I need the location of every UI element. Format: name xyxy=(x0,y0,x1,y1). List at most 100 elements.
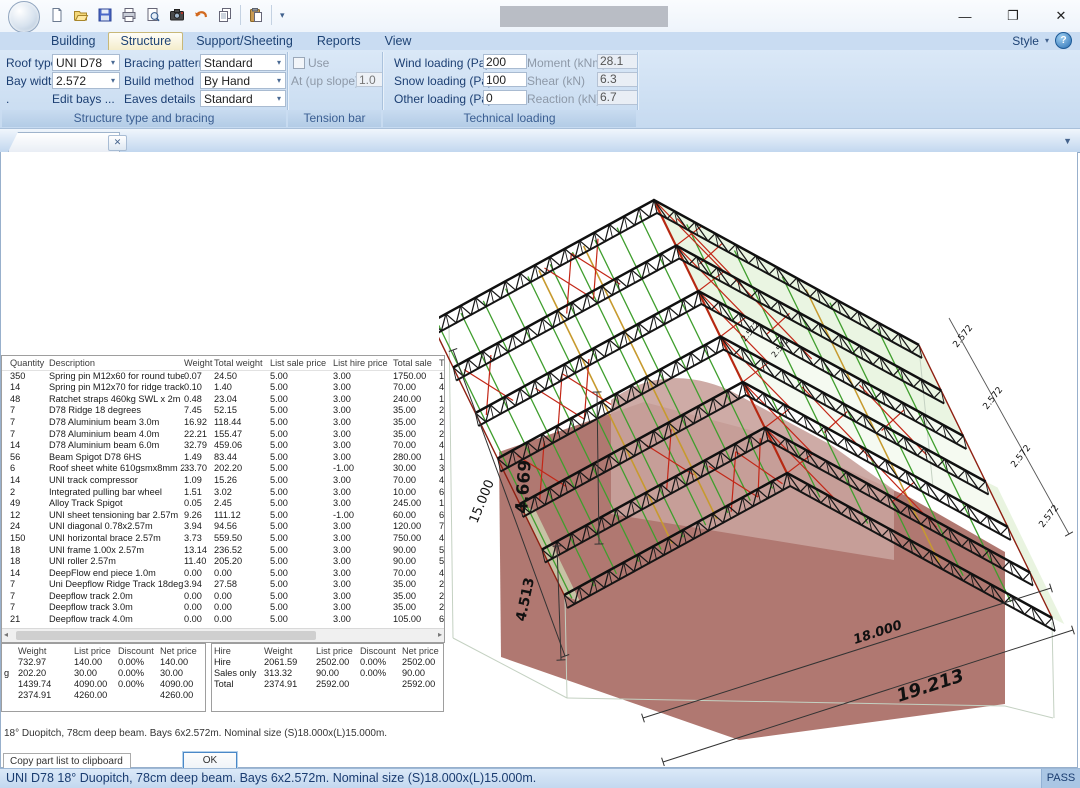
parts-table-row[interactable]: 7D78 Aluminium beam 3.0m16.92118.445.003… xyxy=(2,417,444,429)
totals-cell: 0.00% xyxy=(118,679,160,690)
build-method-combo[interactable]: By Hand▾ xyxy=(200,72,286,89)
scroll-right-icon[interactable]: ▸ xyxy=(438,630,442,639)
parts-table-cell: 94.56 xyxy=(214,521,270,533)
parts-table-cell: 3.00 xyxy=(333,382,393,394)
parts-table-row[interactable]: 350Spring pin M12x60 for round tube0.072… xyxy=(2,371,444,383)
group-caption-structure: Structure type and bracing xyxy=(2,110,286,127)
edit-bays-button[interactable]: Edit bays ... xyxy=(52,92,115,106)
parts-table-cell: 7 xyxy=(10,429,49,441)
parts-table-row[interactable]: 7D78 Ridge 18 degrees7.4552.155.003.0035… xyxy=(2,405,444,417)
parts-table-cell: 5.00 xyxy=(270,371,333,383)
totals-cell: 90.00 xyxy=(316,668,360,679)
parts-table-cell: 3.00 xyxy=(333,545,393,557)
document-tab[interactable] xyxy=(8,132,120,152)
restore-button[interactable]: ❐ xyxy=(1004,8,1022,24)
parts-table-row[interactable]: 14D78 Aluminium beam 6.0m32.79459.065.00… xyxy=(2,440,444,452)
parts-table-cell: 49 xyxy=(10,498,49,510)
parts-table-cell: 24 xyxy=(10,521,49,533)
parts-table-row[interactable]: 56Beam Spigot D78 6HS1.4983.445.003.0028… xyxy=(2,452,444,464)
parts-table-row[interactable]: 7D78 Aluminium beam 4.0m22.21155.475.003… xyxy=(2,429,444,441)
parts-table-row[interactable]: 49Alloy Track Spigot0.052.455.003.00245.… xyxy=(2,498,444,510)
tab-building[interactable]: Building xyxy=(40,33,106,50)
tab-list-dropdown-icon[interactable]: ▼ xyxy=(1063,136,1072,146)
parts-table-row[interactable]: 7Deepflow track 2.0m0.000.005.003.0035.0… xyxy=(2,591,444,603)
group-caption-tension-bar: Tension bar xyxy=(288,110,381,127)
wind-loading-input[interactable] xyxy=(483,54,527,69)
parts-table-row[interactable]: 14UNI track compressor1.0915.265.003.007… xyxy=(2,475,444,487)
parts-table-row[interactable]: 150UNI horizontal brace 2.57m3.73559.505… xyxy=(2,533,444,545)
parts-table-cell: 1.49 xyxy=(184,452,214,464)
bracing-pattern-combo[interactable]: Standard▾ xyxy=(200,54,286,71)
qat-customize-button[interactable]: ▾ xyxy=(276,11,289,19)
help-icon[interactable]: ? xyxy=(1055,32,1072,49)
parts-table-cell: 236.52 xyxy=(214,545,270,557)
save-icon[interactable] xyxy=(94,4,116,26)
at-up-slope-input[interactable] xyxy=(356,72,384,87)
parts-table-cell: 5.00 xyxy=(270,452,333,464)
style-menu[interactable]: Style xyxy=(1012,34,1039,48)
scroll-left-icon[interactable]: ◂ xyxy=(4,630,8,639)
parts-table-cell: 32.79 xyxy=(184,440,214,452)
parts-table-cell: 240.00 xyxy=(393,394,439,406)
new-document-icon[interactable] xyxy=(46,4,68,26)
structure-3d-view[interactable]: 15.0004.6694.51318.00019.2132.5722.5722.… xyxy=(439,152,1079,766)
parts-table-row[interactable]: 21Deepflow track 4.0m0.000.005.003.00105… xyxy=(2,614,444,626)
drawing-canvas[interactable]: 15.0004.6694.51318.00019.2132.5722.5722.… xyxy=(0,152,1078,768)
parts-table-cell: 1750.00 xyxy=(393,371,439,383)
parts-table-row[interactable]: 12UNI sheet tensioning bar 2.57m9.26111.… xyxy=(2,510,444,522)
copy-icon[interactable] xyxy=(214,4,236,26)
totals-row: 732.97140.000.00%140.00 xyxy=(4,657,205,668)
chevron-down-icon: ▾ xyxy=(273,58,285,67)
parts-table-cell: 15.26 xyxy=(214,475,270,487)
close-button[interactable]: ✕ xyxy=(1052,8,1070,24)
tab-reports[interactable]: Reports xyxy=(306,33,372,50)
totals-cell: 202.20 xyxy=(18,668,74,679)
parts-table-row[interactable]: 18UNI frame 1.00x 2.57m13.14236.525.003.… xyxy=(2,545,444,557)
roof-type-combo[interactable]: UNI D78▾ xyxy=(52,54,120,71)
bay-width-combo[interactable]: 2.572▾ xyxy=(52,72,120,89)
application-orb-button[interactable] xyxy=(8,1,40,33)
other-loading-input[interactable] xyxy=(483,90,527,105)
parts-table-cell: 459.06 xyxy=(214,440,270,452)
eaves-details-combo[interactable]: Standard▾ xyxy=(200,90,286,107)
print-preview-icon[interactable] xyxy=(142,4,164,26)
dimension-label-bay: 2.572 xyxy=(981,385,1005,411)
horizontal-scrollbar[interactable]: ◂ ▸ xyxy=(2,628,444,642)
quick-access-toolbar: ▾ xyxy=(46,4,289,26)
parts-table-cell: UNI horizontal brace 2.57m xyxy=(49,533,184,545)
minimize-button[interactable]: — xyxy=(956,9,974,24)
parts-table-cell: 150 xyxy=(10,533,49,545)
ok-button[interactable]: OK xyxy=(183,752,237,769)
parts-table-row[interactable]: 24UNI diagonal 0.78x2.57m3.9494.565.003.… xyxy=(2,521,444,533)
print-icon[interactable] xyxy=(118,4,140,26)
style-menu-arrow-icon[interactable]: ▾ xyxy=(1045,36,1049,45)
tab-structure[interactable]: Structure xyxy=(108,32,183,50)
parts-table-row[interactable]: 14DeepFlow end piece 1.0m0.000.005.003.0… xyxy=(2,568,444,580)
tab-view[interactable]: View xyxy=(374,33,423,50)
screenshot-camera-icon[interactable] xyxy=(166,4,188,26)
snow-loading-input[interactable] xyxy=(483,72,527,87)
parts-table-cell: 3.00 xyxy=(333,394,393,406)
parts-table-cell: 14 xyxy=(10,475,49,487)
close-tab-icon[interactable]: ✕ xyxy=(108,135,127,151)
parts-table-row[interactable]: 18UNI roller 2.57m11.40205.205.003.0090.… xyxy=(2,556,444,568)
parts-table-row[interactable]: 7Deepflow track 3.0m0.000.005.003.0035.0… xyxy=(2,602,444,614)
tab-support-sheeting[interactable]: Support/Sheeting xyxy=(185,33,304,50)
undo-icon[interactable] xyxy=(190,4,212,26)
parts-table-row[interactable]: 7Uni Deepflow Ridge Track 18deg3.9427.58… xyxy=(2,579,444,591)
parts-table-row[interactable]: 14Spring pin M12x70 for ridge track0.101… xyxy=(2,382,444,394)
parts-table-cell: 14 xyxy=(10,568,49,580)
use-checkbox[interactable] xyxy=(293,57,305,69)
parts-table-row[interactable]: 6Roof sheet white 610gsmx8mm 25....33.70… xyxy=(2,463,444,475)
parts-table-cell: 42.00 xyxy=(439,475,445,487)
parts-table-row[interactable]: 2Integrated pulling bar wheel1.513.025.0… xyxy=(2,487,444,499)
parts-table-cell: 10.00 xyxy=(393,487,439,499)
parts-table-row[interactable]: 48Ratchet straps 460kg SWL x 2m0.4823.04… xyxy=(2,394,444,406)
copy-part-list-button[interactable]: Copy part list to clipboard xyxy=(3,753,131,769)
parts-table-cell: 1.09 xyxy=(184,475,214,487)
scrollbar-thumb[interactable] xyxy=(16,631,316,640)
open-icon[interactable] xyxy=(70,4,92,26)
bracing-pattern-label: Bracing pattern xyxy=(124,56,205,70)
totals-cell: Total xyxy=(214,679,264,690)
paste-icon[interactable] xyxy=(245,4,267,26)
